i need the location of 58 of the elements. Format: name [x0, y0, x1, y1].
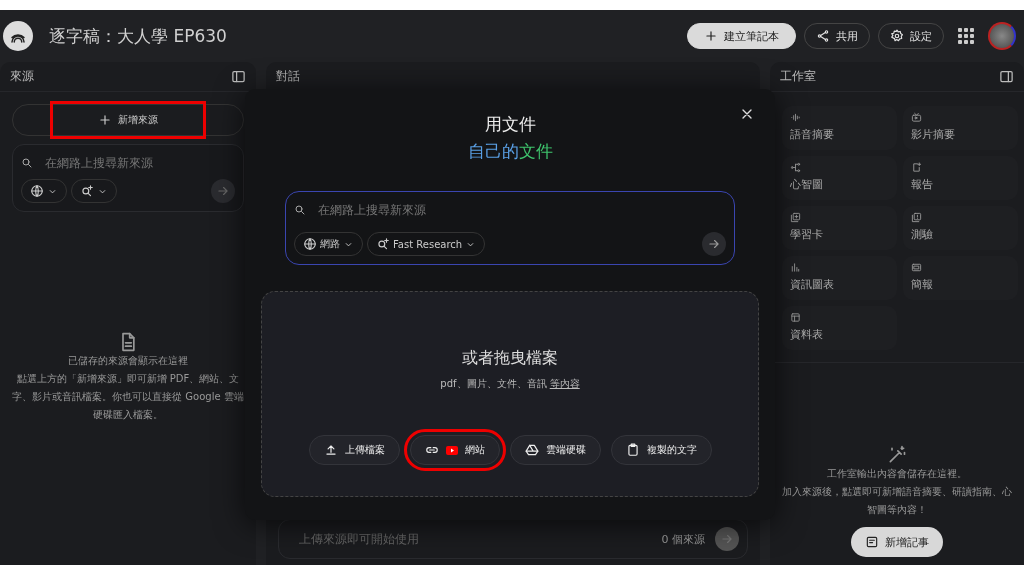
waveform-icon	[790, 112, 801, 123]
paste-button[interactable]: 複製的文字	[610, 435, 712, 465]
bar-chart-icon	[790, 262, 801, 273]
app-logo[interactable]	[3, 21, 33, 51]
sparkle-search-icon	[80, 184, 94, 198]
upload-button[interactable]: 上傳檔案	[308, 435, 400, 465]
video-play-icon	[445, 445, 458, 455]
search-field[interactable]: 在網路上搜尋新來源	[316, 202, 726, 218]
cards-icon	[790, 212, 801, 223]
dialog-title: 用文件	[484, 113, 536, 136]
quiz-icon	[911, 212, 922, 223]
arrow-icon	[720, 532, 734, 546]
send-button[interactable]	[715, 527, 739, 551]
apps-icon[interactable]	[958, 28, 974, 44]
file-types-text: pdf、圖片、文件、音訊 等內容	[440, 377, 580, 391]
share-icon	[816, 29, 830, 43]
arrow-icon	[707, 237, 721, 251]
panel-title: 來源	[10, 68, 34, 85]
panel-title: 工作室	[780, 68, 816, 85]
globe-icon	[30, 184, 44, 198]
note-icon	[865, 535, 879, 549]
add-note-button[interactable]: 新增記事	[851, 527, 943, 557]
drop-title: 或者拖曳檔案	[462, 348, 558, 369]
search-field[interactable]: 在網路上搜尋新來源	[43, 155, 235, 171]
drive-button[interactable]: 雲端硬碟	[509, 435, 601, 465]
arrow-icon	[216, 184, 230, 198]
slides-icon	[911, 262, 922, 273]
submit-button[interactable]	[702, 232, 726, 256]
create-button[interactable]: 建立筆記本	[687, 23, 796, 49]
empty-title: 工作室輸出內容會儲存在這裡。	[827, 467, 967, 481]
table-icon	[790, 312, 801, 323]
dialog-subtitle: 自己的	[467, 140, 519, 163]
plus-icon	[704, 29, 718, 43]
avatar[interactable]	[988, 22, 1016, 50]
panel-title: 對話	[276, 68, 300, 85]
mind-map-icon	[790, 162, 801, 173]
upload-icon	[323, 443, 338, 457]
search-icon	[21, 157, 33, 169]
video-icon	[911, 112, 922, 123]
notebook-title: 逐字稿：大人學 EP630	[49, 24, 228, 48]
dialog-subtitle: 文件	[518, 140, 553, 163]
settings-icon	[890, 29, 904, 43]
magic-wand-icon	[887, 445, 907, 465]
report-icon	[911, 162, 922, 173]
collapse-panel-icon	[999, 69, 1014, 84]
clipboard-icon	[625, 443, 640, 457]
search-icon	[294, 204, 306, 216]
drop-zone[interactable]: 或者拖曳檔案 pdf、圖片、文件、音訊 等內容 上傳檔案 網站 雲端硬碟 複製的文字	[261, 291, 759, 497]
empty-description: 加入來源後，點選即可新增語音摘要、研讀指南、心智圖等內容！	[781, 485, 1013, 517]
sparkle-search-icon	[376, 237, 390, 251]
globe-icon	[303, 237, 317, 251]
empty-title: 已儲存的來源會顯示在這裡	[68, 354, 188, 368]
plus-icon	[98, 113, 112, 127]
drive-icon	[524, 443, 539, 457]
collapse-panel-icon	[231, 69, 246, 84]
source-count: 0 個來源	[661, 531, 705, 547]
empty-description: 點選上方的「新增來源」即可新增 PDF、網站、文字、影片或音訊檔案。你也可以直接從 Google 雲端硬碟匯入檔案。	[11, 372, 245, 422]
more-link[interactable]: 等內容	[549, 378, 580, 389]
